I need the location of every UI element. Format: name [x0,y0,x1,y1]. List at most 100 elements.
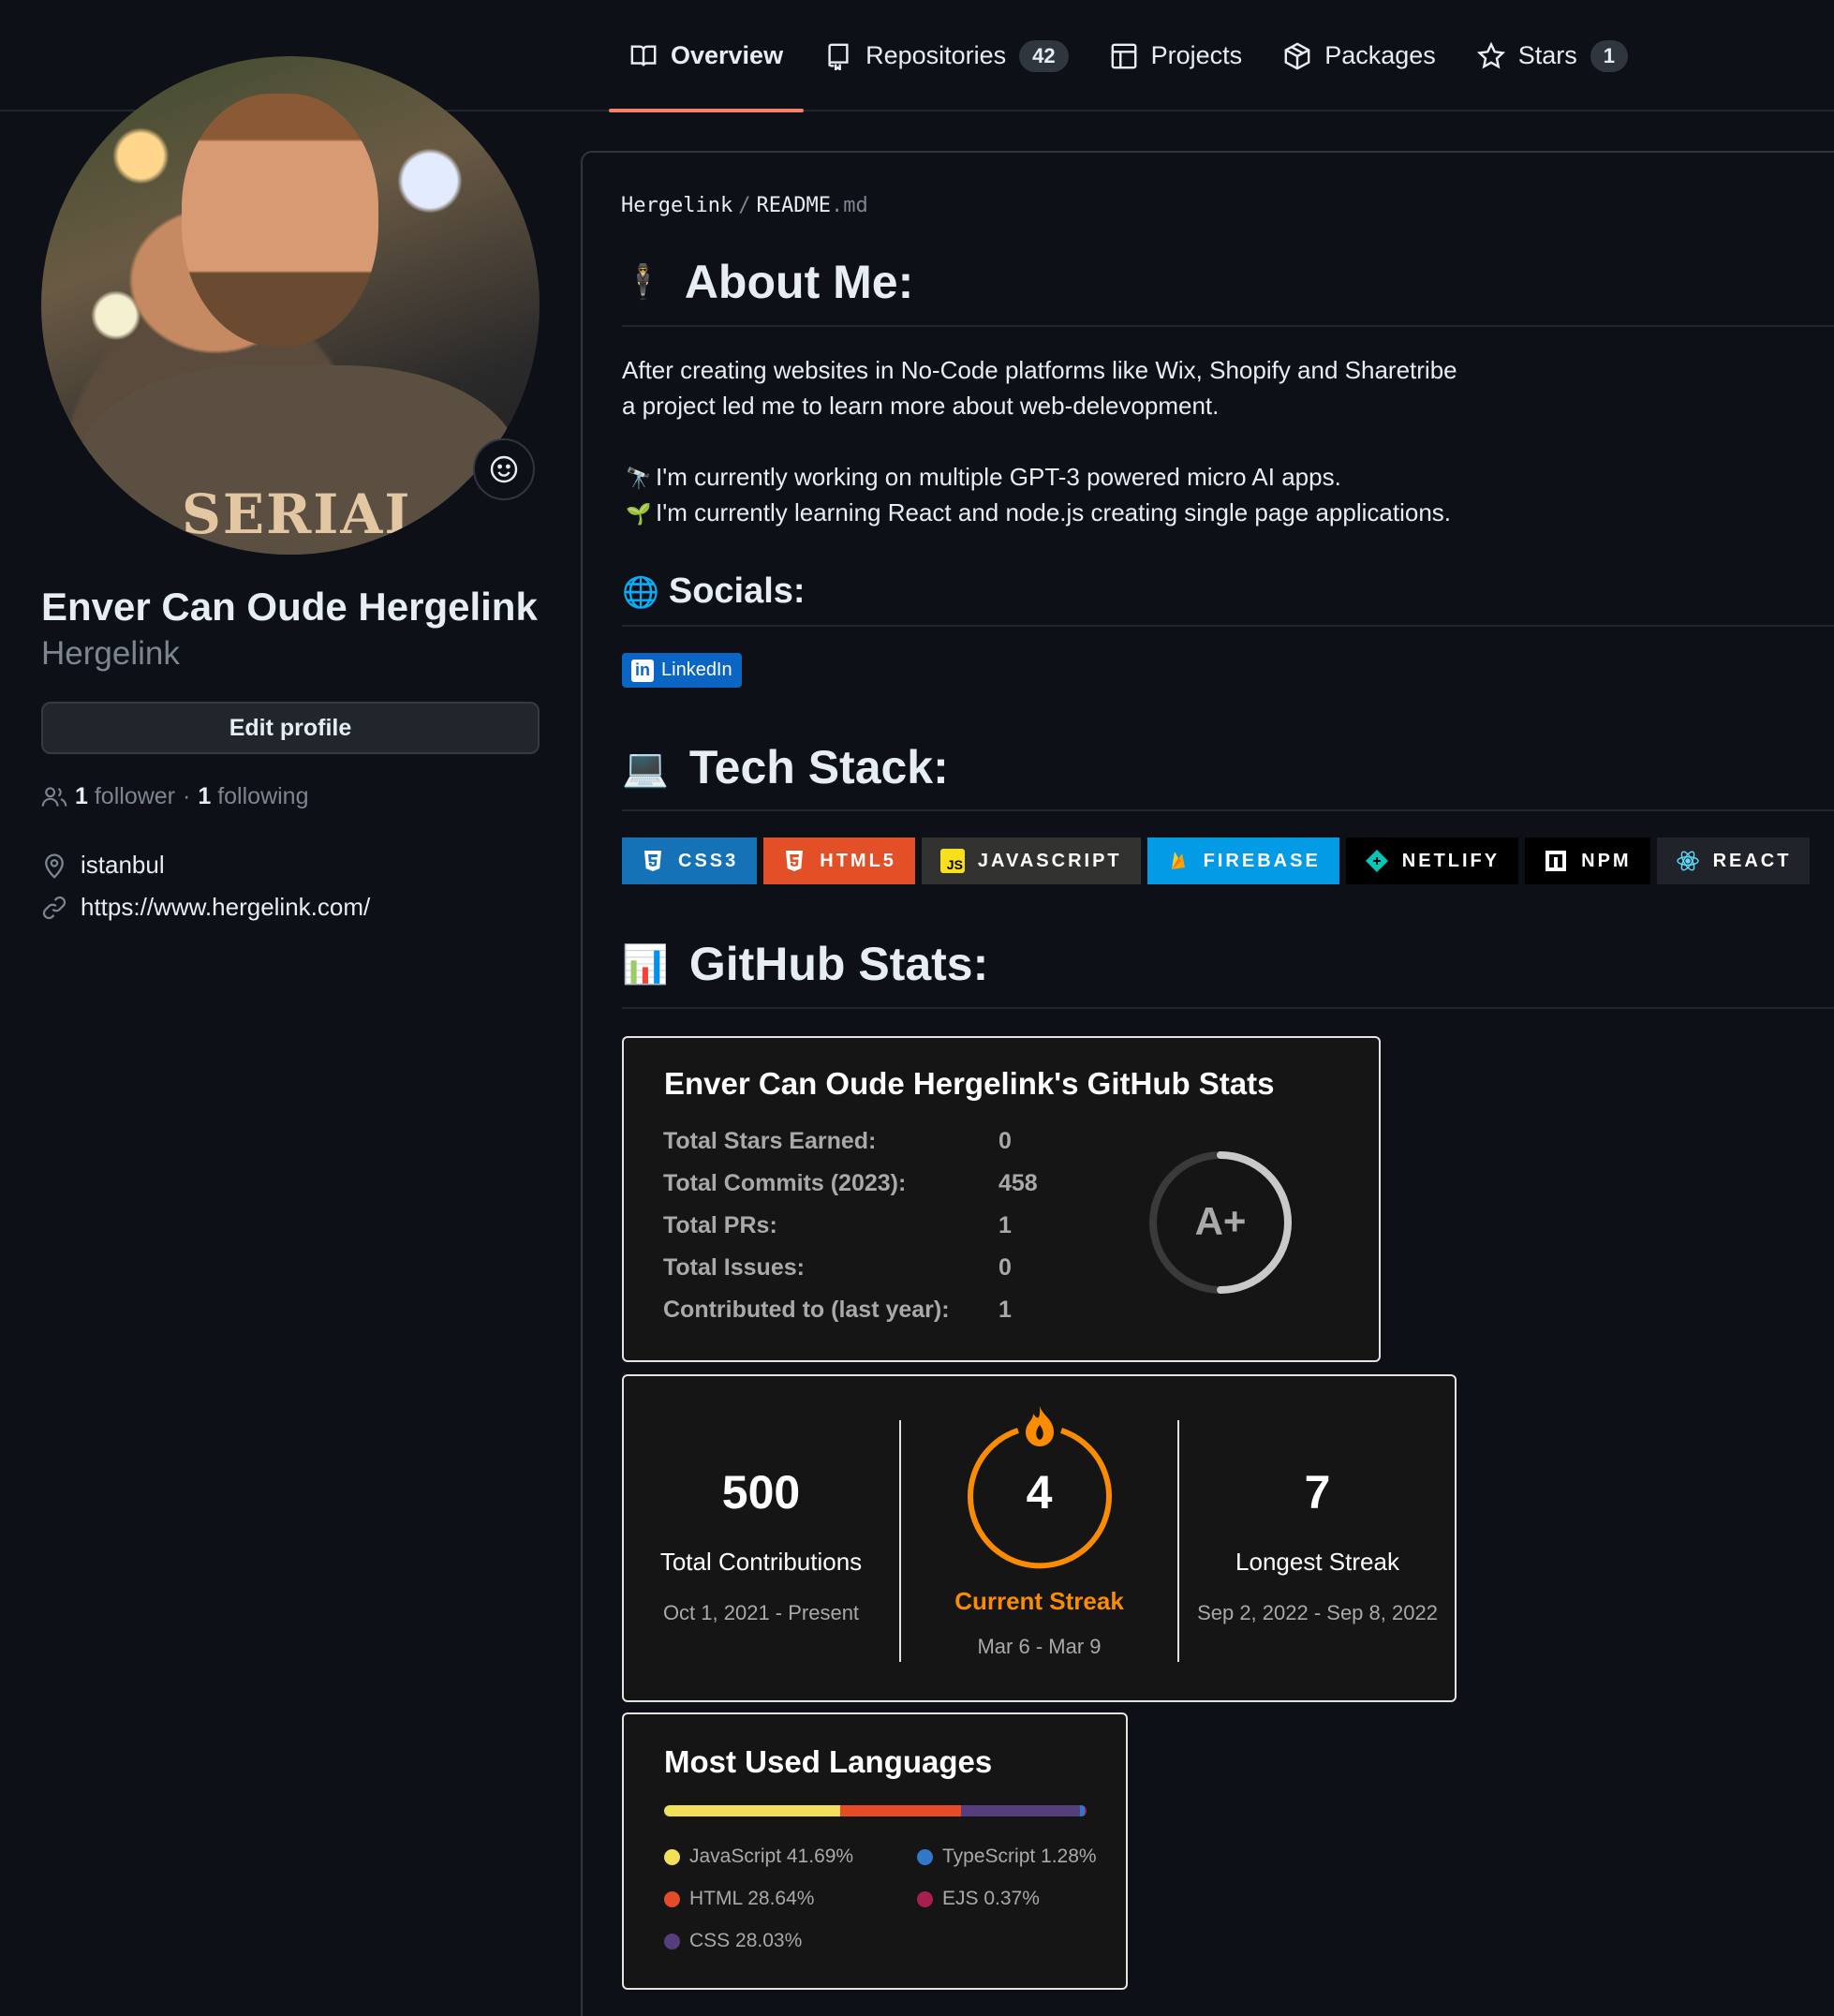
stat-value-stars: 0 [998,1128,1012,1154]
tab-overview[interactable]: Overview [609,0,805,112]
react-icon [1676,849,1700,873]
streak-divider-left [899,1420,901,1662]
language-bar-segment-javascript [664,1805,841,1816]
current-streak-label: Current Streak [954,1587,1124,1615]
readme-crumb-user[interactable]: Hergelink [621,194,732,217]
follow-separator: · [183,783,191,809]
tab-repositories-label: Repositories [865,41,1007,69]
following-count: 1 [198,783,212,809]
css-percent: CSS 28.03% [689,1930,803,1951]
javascript-dot [664,1848,680,1865]
total-contributions-range: Oct 1, 2021 - Present [662,1601,860,1624]
firebase-badge[interactable]: FIREBASE [1146,838,1339,884]
tech-stack-heading-text: Tech Stack: [688,741,949,793]
longest-streak-value: 7 [1304,1466,1331,1519]
html-percent: HTML 28.64% [689,1888,815,1909]
readme-breadcrumb: Hergelink / README.md [621,194,868,217]
language-item-css: CSS 28.03% [664,1930,802,1952]
readme-crumb-file[interactable]: README [756,194,830,217]
book-icon [630,44,657,66]
ejs-dot [917,1890,933,1907]
avatar-face [182,94,378,347]
location-text: istanbul [81,851,165,879]
socials-heading: 🌐 Socials: [622,571,806,612]
netlify-label: NETLIFY [1401,850,1501,871]
following-link[interactable]: 1 following [198,783,308,810]
stat-value-commits: 458 [998,1170,1038,1196]
total-contributions-value: 500 [721,1466,801,1519]
tab-stars[interactable]: Stars 1 [1457,0,1649,111]
tab-overview-label: Overview [671,41,784,69]
html5-badge[interactable]: HTML5 [763,838,915,884]
avatar[interactable]: SERIAL [41,56,540,555]
about-learning: 🌱 I'm currently learning React and node.j… [622,495,1451,532]
stat-label-stars: Total Stars Earned: [663,1128,877,1154]
about-working: 🔭 I'm currently working on multiple GPT-3… [622,459,1341,497]
stat-value-prs: 1 [998,1212,1012,1238]
set-status-button[interactable] [473,438,535,500]
star-icon [1476,41,1505,68]
javascript-label: JAVASCRIPT [977,850,1122,871]
longest-streak-range: Sep 2, 2022 - Sep 8, 2022 [1197,1601,1438,1624]
stat-value-contributed: 1 [998,1297,1012,1323]
html5-icon [782,849,806,873]
netlify-icon [1365,849,1389,873]
language-bar-segment-css [961,1805,1080,1816]
edit-profile-button[interactable]: Edit profile [41,702,540,754]
bar-chart-icon: 📊 [622,943,669,986]
css3-badge[interactable]: CSS3 [622,838,758,884]
css3-label: CSS3 [678,850,739,871]
language-item-html: HTML 28.64% [664,1888,814,1910]
npm-label: NPM [1581,850,1632,871]
typescript-dot [917,1848,933,1865]
location-row: istanbul [41,851,165,880]
ejs-percent: EJS 0.37% [942,1888,1040,1909]
streak-divider-right [1177,1420,1179,1662]
javascript-badge[interactable]: JS JAVASCRIPT [921,838,1141,884]
socials-divider [622,625,1834,627]
website-link[interactable]: https://www.hergelink.com/ [81,893,370,922]
css-dot [664,1933,680,1949]
followers-link[interactable]: 1 follower [75,783,175,810]
stars-count-badge: 1 [1590,39,1629,72]
tab-repositories[interactable]: Repositories 42 [804,0,1089,111]
tab-stars-label: Stars [1517,41,1577,69]
location-pin-icon [45,852,64,879]
typescript-percent: TypeScript 1.28% [942,1846,1097,1867]
socials-heading-text: Socials: [668,571,806,611]
firebase-label: FIREBASE [1203,850,1321,871]
about-heading: 🕴 About Me: [622,255,913,309]
telescope-icon: 🔭 [626,467,652,490]
current-streak-range: Mar 6 - Mar 9 [977,1635,1102,1658]
about-learning-text: I'm currently learning React and node.js… [656,498,1452,526]
profile-tabs: Overview Repositories 42 Projects Packag… [609,0,1649,112]
follow-stats: 1 follower · 1 following [41,783,308,810]
people-icon [41,786,67,807]
stat-label-prs: Total PRs: [663,1212,777,1238]
stats-card-title: Enver Can Oude Hergelink's GitHub Stats [664,1066,1275,1101]
linkedin-badge[interactable]: in LinkedIn [622,653,742,688]
language-item-typescript: TypeScript 1.28% [917,1846,1097,1868]
tab-packages[interactable]: Packages [1263,0,1457,111]
react-label: REACT [1712,850,1792,871]
total-contributions-label: Total Contributions [659,1548,863,1576]
globe-icon: 🌐 [622,574,659,609]
stat-label-issues: Total Issues: [663,1254,805,1281]
github-stats-heading-text: GitHub Stats: [688,938,989,990]
about-heading-text: About Me: [684,256,914,308]
table-icon [1111,43,1137,68]
npm-badge[interactable]: NPM [1525,838,1650,884]
avatar-shirt-text: SERIAL [182,482,425,546]
following-label: following [217,783,309,809]
linkedin-icon: in [631,659,654,682]
stat-label-contributed: Contributed to (last year): [663,1297,950,1323]
tab-projects[interactable]: Projects [1089,0,1264,111]
repo-icon [828,43,849,70]
profile-full-name: Enver Can Oude Hergelink [41,585,538,629]
react-badge[interactable]: REACT [1656,838,1811,884]
longest-streak-label: Longest Streak [1235,1548,1399,1576]
netlify-badge[interactable]: NETLIFY [1345,838,1519,884]
profile-username: Hergelink [41,635,180,672]
package-icon [1284,41,1310,70]
tech-stack-heading: 💻 Tech Stack: [622,740,949,794]
